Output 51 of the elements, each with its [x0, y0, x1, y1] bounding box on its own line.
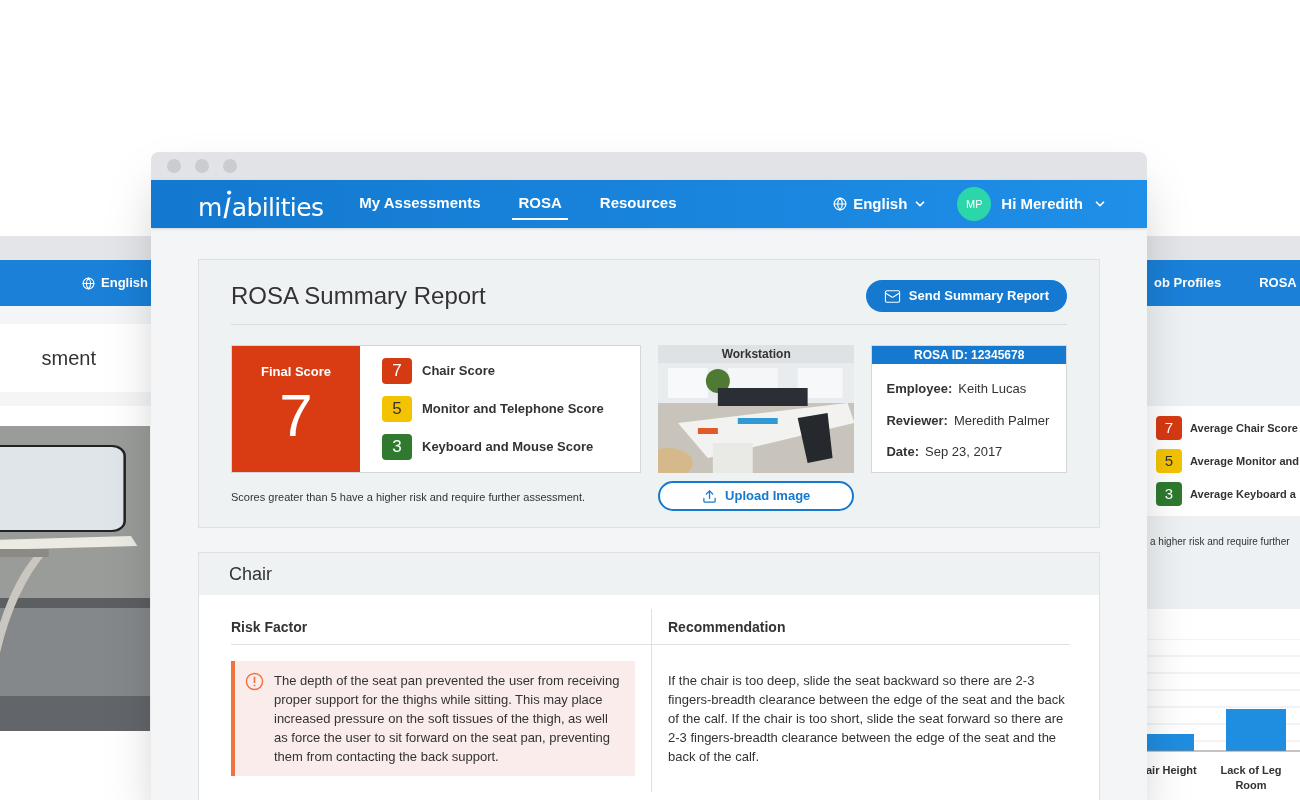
field-label: Reviewer: [886, 411, 948, 430]
score-badge: 5 [1156, 449, 1182, 473]
nav-link[interactable]: Resources [593, 187, 683, 221]
logo-text: m [198, 195, 222, 220]
rosa-id: ROSA ID: 12345678 [872, 346, 1066, 364]
field-label: Date: [886, 443, 919, 461]
globe-icon[interactable] [82, 276, 96, 290]
final-score-label: Final Score [260, 363, 332, 381]
alert-icon [245, 672, 264, 691]
upload-image-button[interactable]: Upload Image [657, 481, 855, 511]
score-badge: 7 [382, 358, 412, 384]
score-label: Average Monitor and [1190, 453, 1299, 469]
score-label: Average Keyboard a [1190, 486, 1296, 502]
field-label: Employee: [886, 380, 953, 398]
bar-label: air Height [1146, 763, 1198, 778]
field-value: Sep 23, 2017 [925, 443, 1003, 461]
score-badge: 7 [1156, 416, 1182, 440]
section-title: Chair [229, 562, 272, 586]
score-badge: 5 [382, 396, 412, 422]
score-badge: 3 [1156, 482, 1182, 506]
nav-link[interactable]: ob Profiles [1154, 273, 1222, 293]
upload-icon [702, 488, 718, 504]
column-header: Recommendation [651, 609, 1070, 645]
mail-icon [883, 287, 901, 305]
send-report-button[interactable]: Send Summary Report [865, 280, 1067, 312]
logo-text: abilities [231, 195, 324, 220]
score-badge: 3 [382, 434, 412, 460]
globe-icon[interactable] [833, 197, 848, 211]
language-menu[interactable]: English [853, 192, 908, 216]
score-label: Monitor and Telephone Score [422, 400, 604, 419]
page-heading: sment [41, 346, 96, 371]
score-label: Keyboard and Mouse Score [422, 438, 594, 457]
report-title: ROSA Summary Report [231, 281, 486, 311]
user-menu[interactable]: Hi Meredith [1001, 192, 1083, 216]
score-label: Average Chair Score [1190, 420, 1298, 436]
nav-link[interactable]: My Assessments [353, 187, 487, 221]
language-menu[interactable]: English [101, 273, 148, 293]
workstation-title: Workstation [720, 346, 792, 363]
recommendation-text: If the chair is too deep, slide the seat backward so there are 2-3 fingers-breadth clearance between the edge of the seat and the back of the calf. If the chair is too short, slide the seat forward so there are 2-3 fingers-breadth clearance between the edge of the seat and the back of the calf. [668, 672, 1066, 766]
nav-link[interactable]: ROSA [512, 187, 568, 221]
score-label: Chair Score [422, 362, 495, 381]
field-value: Keith Lucas [958, 380, 1027, 398]
score-note: a higher risk and require further [1150, 535, 1291, 549]
risk-text: The depth of the seat pan prevented the user from receiving proper support for the thighs while sitting. This may place increased pressure on the soft tissues of the thigh, as well as force the user to sit forward on the seat pan, preventing them from contacting the back support. [274, 672, 621, 766]
bar-label: Lack of Leg Room [1219, 763, 1283, 793]
column-header: Risk Factor [231, 609, 651, 645]
final-score-value: 7 [279, 381, 313, 450]
score-note: Scores greater than 5 have a higher risk and require further assessment. [231, 490, 587, 505]
nav-link[interactable]: ROSA [1259, 273, 1297, 293]
field-value: Meredith Palmer [953, 411, 1050, 430]
figure-icon [221, 188, 232, 220]
